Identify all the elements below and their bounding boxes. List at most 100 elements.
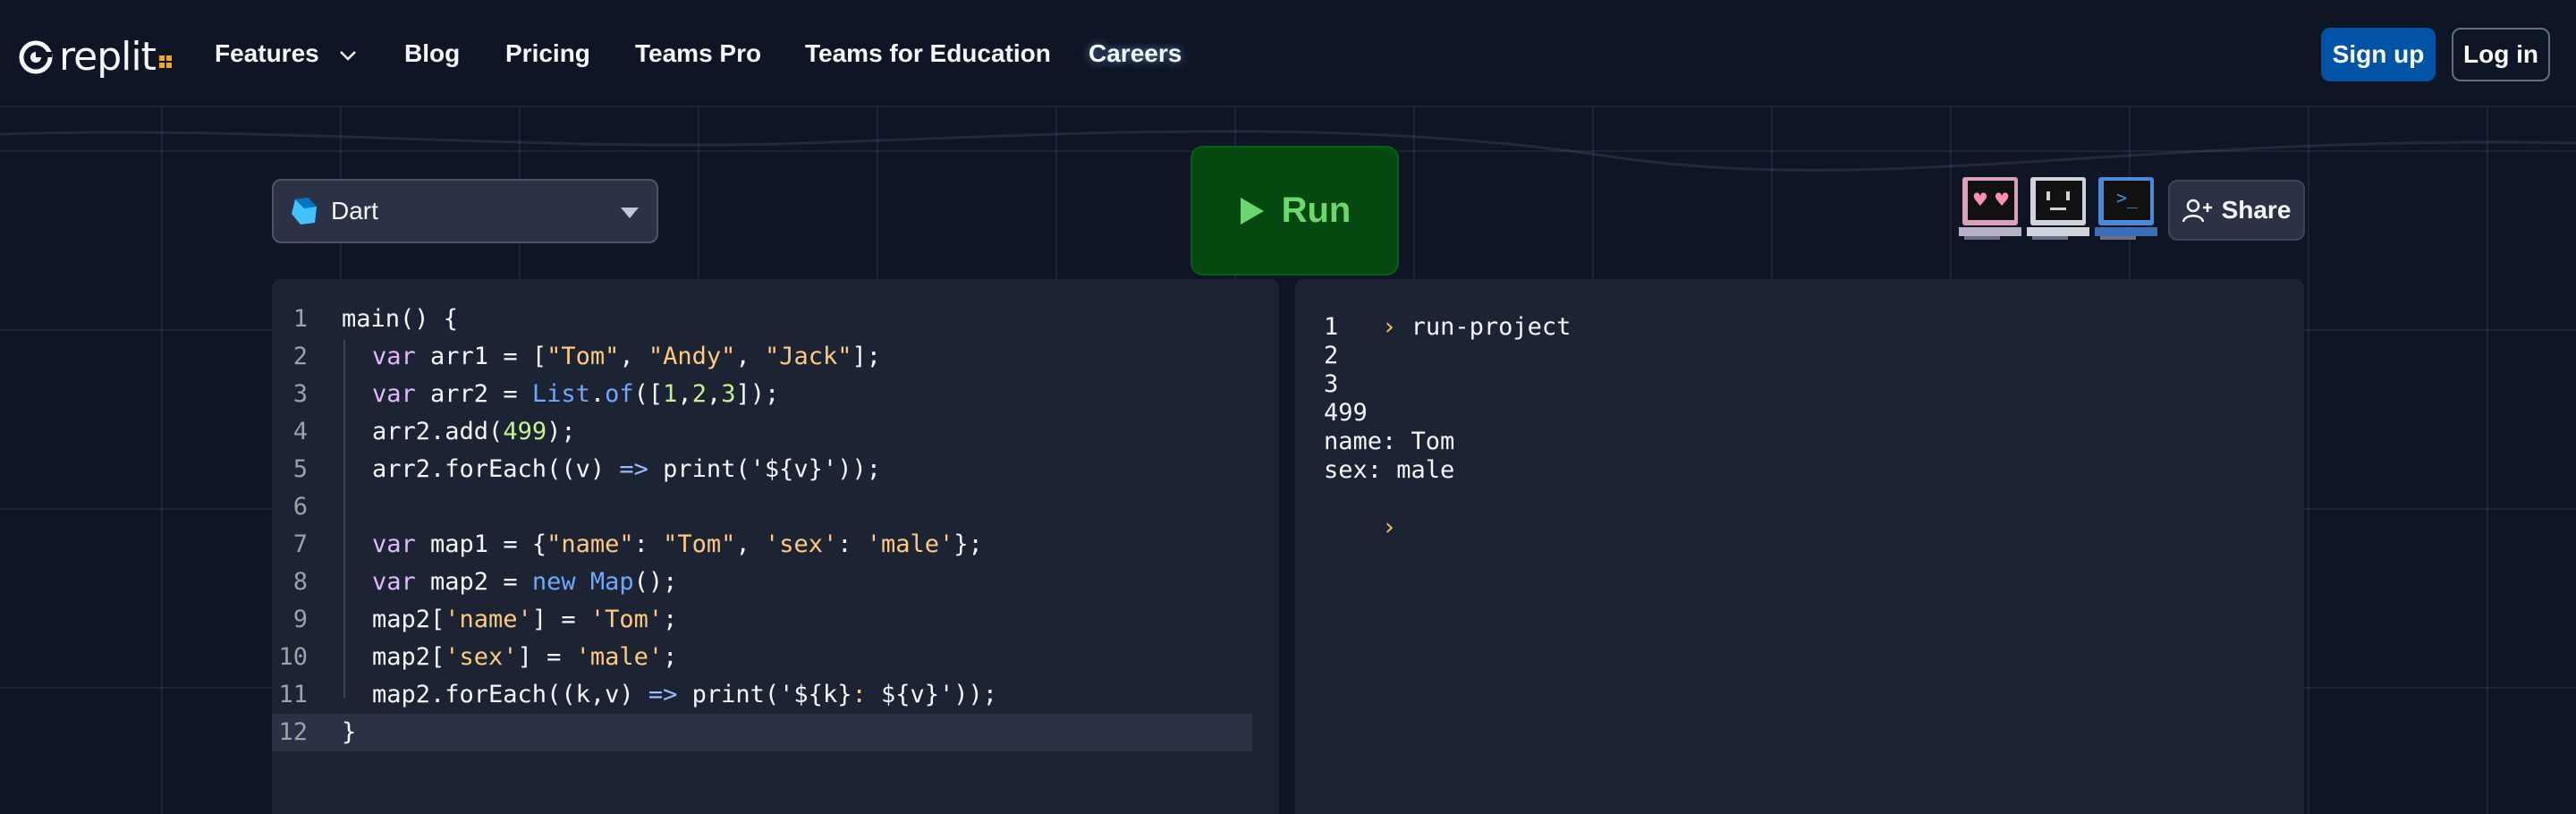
code-token: 'sex' [764, 530, 838, 558]
code-line[interactable]: 11 map2.forEach((k,v) => print('${k}: ${v… [272, 676, 1252, 714]
code-text: map2['sex'] = 'male'; [372, 639, 677, 676]
pane-divider[interactable] [1279, 279, 1295, 814]
code-token: => [619, 455, 648, 483]
code-token: }; [953, 530, 983, 558]
code-token: 3 [721, 380, 736, 408]
code-line[interactable]: 6 [272, 488, 1252, 526]
code-token: , [735, 343, 765, 370]
code-token: 2 [691, 380, 707, 408]
code-token: ] = [517, 643, 576, 671]
logo-text: replit [59, 34, 157, 80]
console-output-line: 1 [1324, 313, 1339, 341]
line-number: 12 [278, 718, 308, 746]
code-line[interactable]: 3 var arr2 = List.of([1,2,3]); [272, 376, 1252, 413]
code-token: of [605, 380, 634, 408]
code-token: var [372, 380, 416, 408]
nav-blog[interactable]: Blog [404, 39, 460, 68]
code-line[interactable]: 5 arr2.forEach((v) => print('${v}')); [272, 451, 1252, 488]
code-token: "Tom" [663, 530, 736, 558]
chevron-down-icon [339, 50, 356, 61]
code-line[interactable]: 1 main() { [272, 301, 1252, 338]
code-token: map2.forEach((k,v) [372, 681, 648, 708]
code-token: ]); [735, 380, 780, 408]
line-number: 2 [292, 343, 308, 370]
code-token: print( [677, 681, 780, 708]
line-number: 4 [292, 418, 308, 445]
code-line[interactable]: 9 map2['name'] = 'Tom'; [272, 601, 1252, 639]
code-token: "Tom" [547, 343, 620, 370]
dart-logo-icon [292, 198, 317, 225]
code-text: map2.forEach((k,v) => print('${k}: ${v}'… [372, 676, 997, 714]
console-output-line: 3 [1324, 370, 1339, 398]
line-number: 6 [292, 493, 308, 521]
share-button[interactable]: Share [2168, 180, 2305, 241]
line-number: 3 [292, 380, 308, 408]
code-token: ); [547, 418, 576, 445]
code-line[interactable]: 2 var arr1 = ["Tom", "Andy", "Jack"]; [272, 338, 1252, 376]
code-token: : [633, 530, 664, 558]
run-label: Run [1281, 191, 1352, 230]
code-token: : [852, 681, 867, 708]
sign-up-button[interactable]: Sign up [2321, 28, 2436, 81]
prompt-arrow-icon: › [1382, 313, 1397, 341]
play-icon [1240, 197, 1264, 225]
svg-text:>_: >_ [2116, 187, 2139, 208]
code-token: 'male' [866, 530, 954, 558]
code-token: 'Tom' [589, 606, 664, 633]
run-button[interactable]: Run [1191, 146, 1399, 276]
console-command-line: › run-project [1324, 284, 1571, 370]
replit-logo-icon [19, 40, 53, 73]
code-token: var [372, 568, 416, 596]
caret-down-icon [621, 208, 639, 218]
code-token: (); [633, 568, 678, 596]
code-token: : [837, 530, 867, 558]
code-token: "name" [547, 530, 634, 558]
prompt-arrow-icon: › [1382, 513, 1397, 541]
nav-teams-for-education[interactable]: Teams for Education [805, 39, 1051, 68]
code-line[interactable]: 4 arr2.add(499); [272, 413, 1252, 451]
code-text: map2['name'] = 'Tom'; [372, 601, 677, 639]
nav-pricing[interactable]: Pricing [505, 39, 590, 68]
code-token: )); [837, 455, 881, 483]
code-token: , [735, 530, 765, 558]
nav-careers[interactable]: Careers [1089, 39, 1182, 68]
code-token: map2[ [372, 606, 445, 633]
nav-teams-pro[interactable]: Teams Pro [635, 39, 761, 68]
code-token: 'name' [445, 606, 532, 633]
console-output-line: 499 [1324, 399, 1368, 427]
code-token: arr1 = [ [415, 343, 547, 370]
code-token: => [648, 681, 678, 708]
line-number: 9 [292, 606, 308, 633]
code-text: var map1 = {"name": "Tom", 'sex': 'male'… [372, 526, 983, 564]
code-token: map2 = [415, 568, 532, 596]
monitor-avatar-icon: ♥ ♥ [1959, 177, 2021, 240]
log-in-button[interactable]: Log in [2452, 28, 2550, 81]
svg-text:♥ ♥: ♥ ♥ [1972, 189, 2010, 210]
code-line[interactable]: 10 map2['sex'] = 'male'; [272, 639, 1252, 676]
console-output-line: name: Tom [1324, 428, 1455, 455]
code-editor[interactable]: 1 main() {2 var arr1 = ["Tom", "Andy", "Ja… [272, 279, 1279, 814]
code-text: var arr2 = List.of([1,2,3]); [372, 376, 779, 413]
console-panel[interactable]: › run-project 1 2 3 499 name: Tom sex: m… [1295, 279, 2304, 814]
code-text: arr2.forEach((v) => print('${v}')); [372, 451, 881, 488]
nav-features[interactable]: Features [215, 39, 357, 68]
code-line[interactable]: 8 var map2 = new Map(); [272, 564, 1252, 601]
code-token: , [706, 380, 722, 408]
line-number: 10 [278, 643, 308, 671]
replit-logo[interactable]: replit [18, 34, 172, 80]
console-prompt: › [1324, 485, 1396, 571]
code-token: . [589, 380, 606, 408]
code-token: main() { [342, 305, 459, 333]
language-select[interactable]: Dart [272, 179, 658, 243]
code-token: "Jack" [764, 343, 852, 370]
code-line[interactable]: 12} [272, 714, 1252, 751]
code-token: arr2 = [415, 380, 532, 408]
code-token: Map [589, 568, 634, 596]
code-token: } [342, 718, 357, 746]
code-token: arr2.forEach((v) [372, 455, 620, 483]
code-token: List [531, 380, 590, 408]
share-label: Share [2221, 196, 2292, 224]
code-token: ]; [852, 343, 882, 370]
code-token: map2[ [372, 643, 445, 671]
code-line[interactable]: 7 var map1 = {"name": "Tom", 'sex': 'male… [272, 526, 1252, 564]
